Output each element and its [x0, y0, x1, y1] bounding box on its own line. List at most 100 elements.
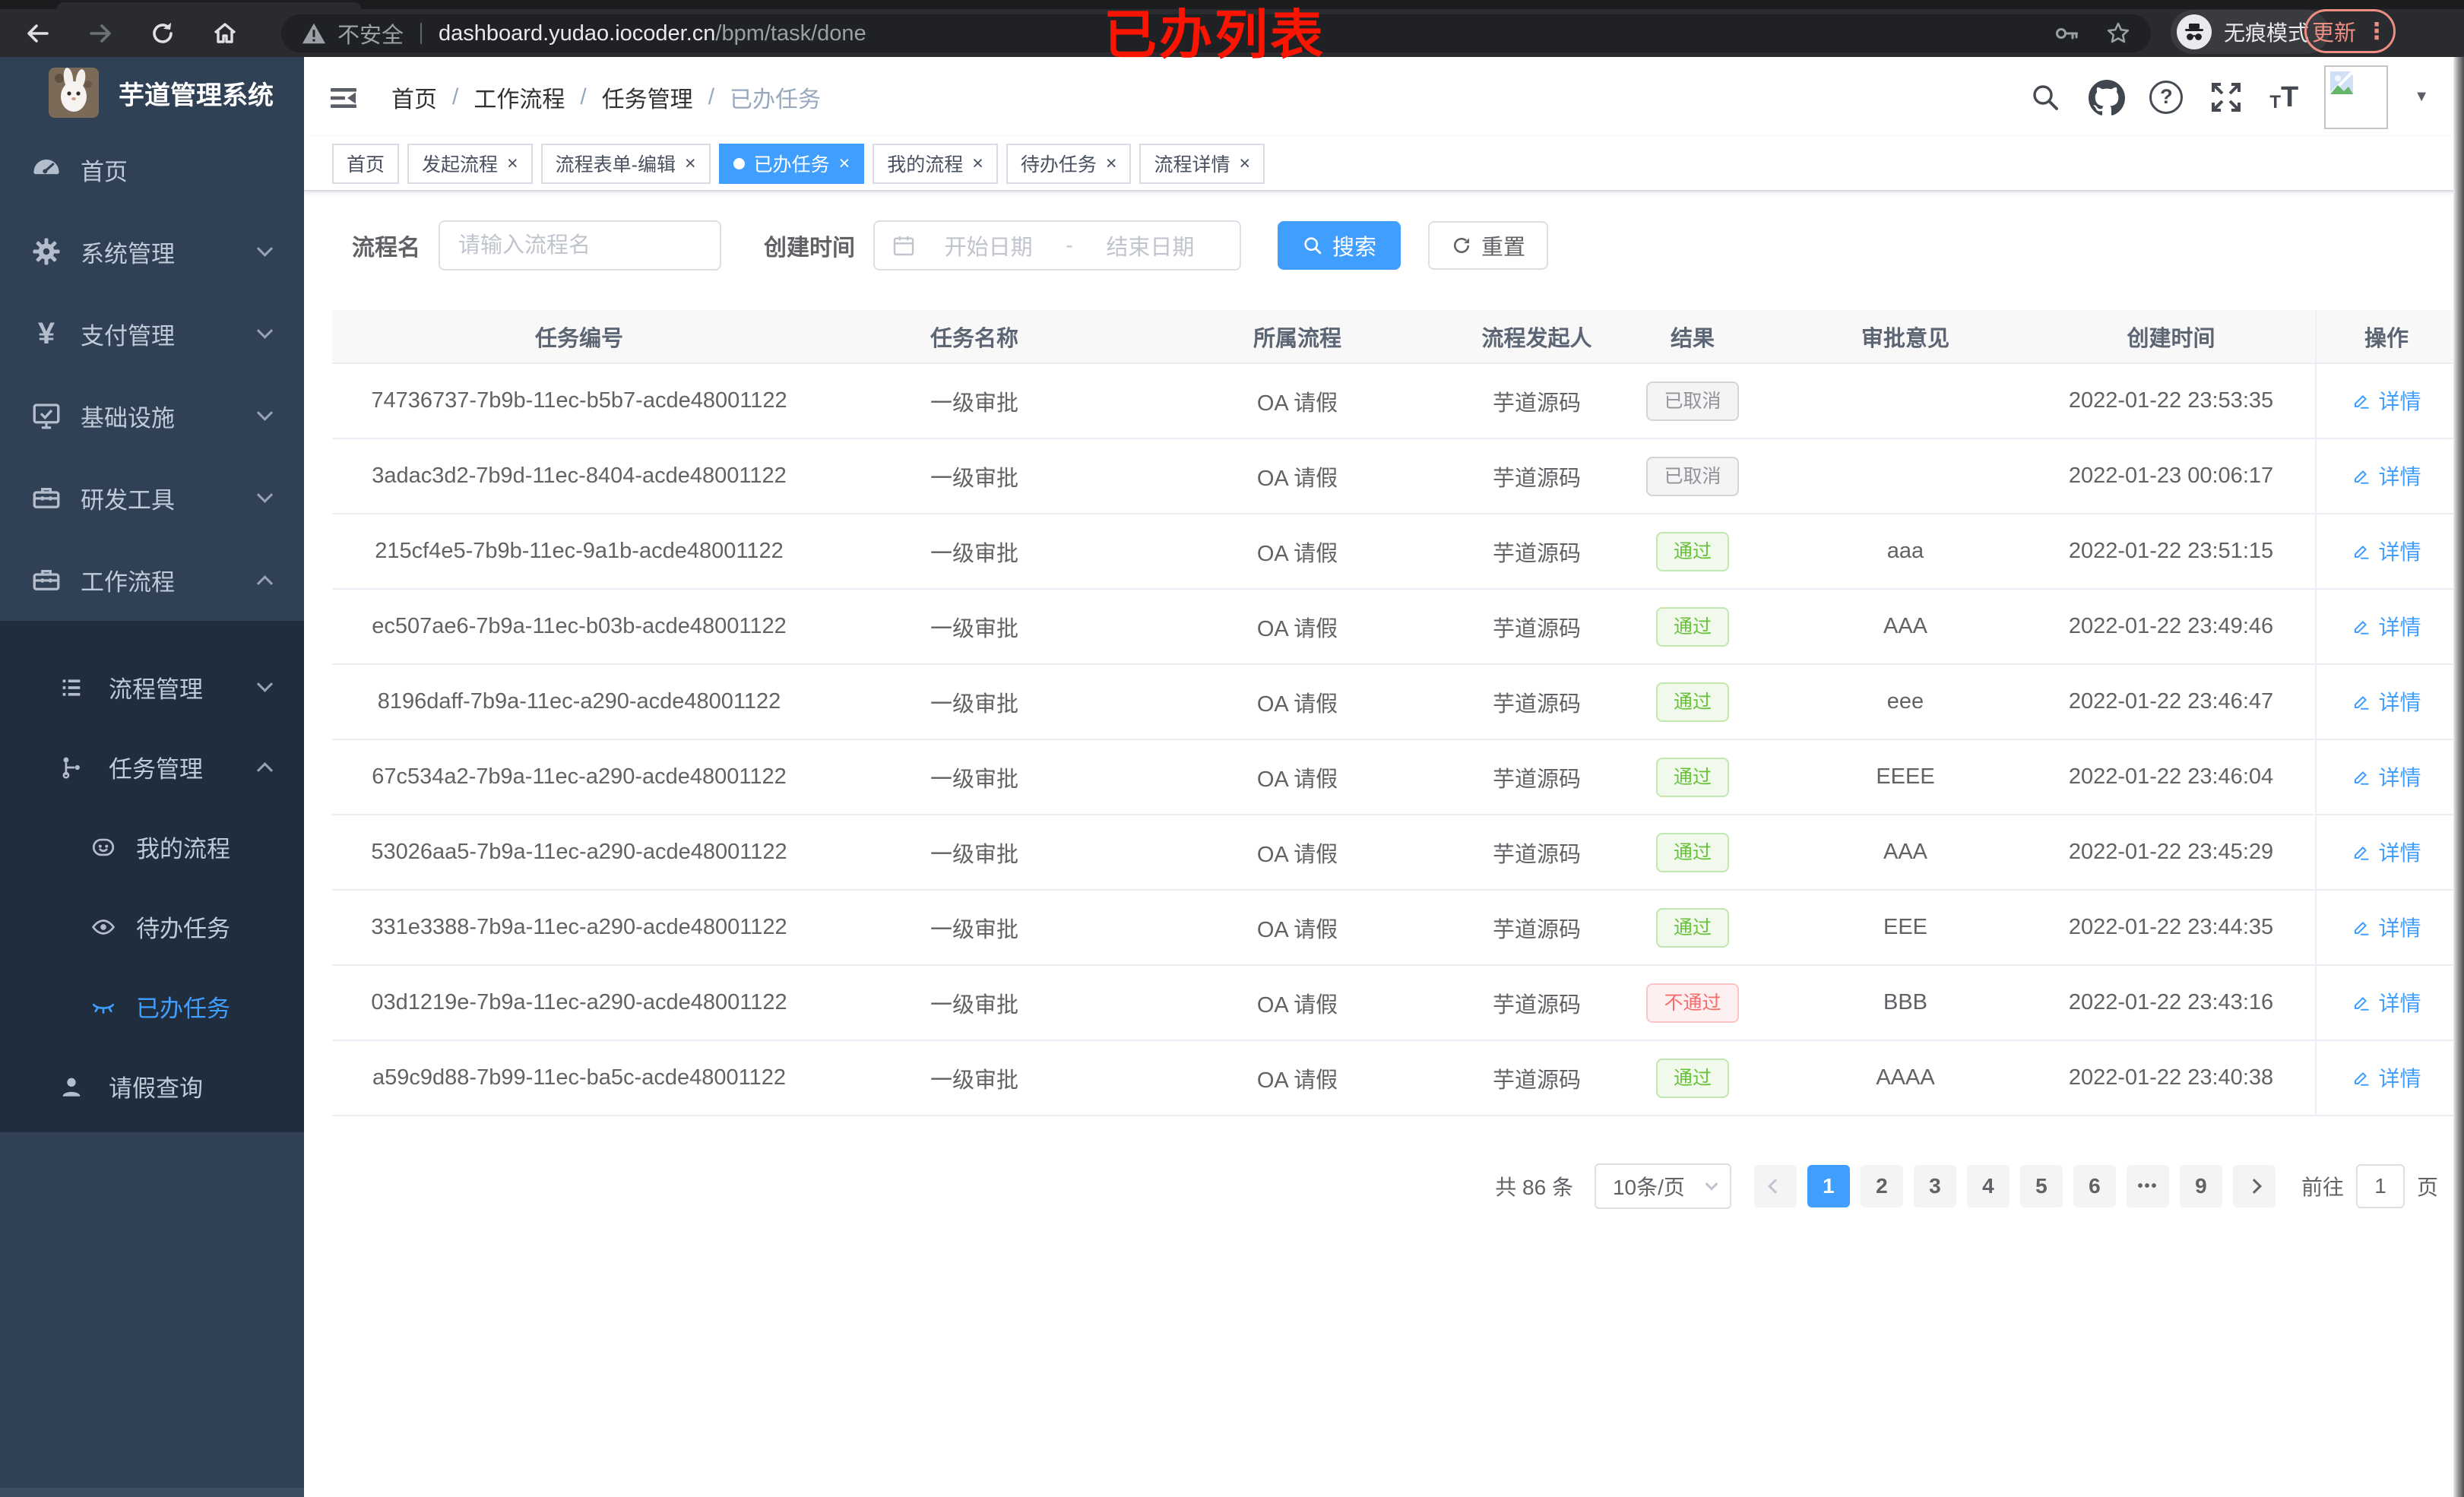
- browser-menu-icon[interactable]: ⋮: [2365, 18, 2388, 45]
- page-button[interactable]: 5: [2019, 1165, 2063, 1207]
- range-separator: -: [1066, 233, 1073, 258]
- task-id-cell: 3adac3d2-7b9d-11ec-8404-acde48001122: [332, 438, 826, 514]
- done-task-table: 任务编号 任务名称 所属流程 流程发起人 结果 审批意见 创建时间 操作 747…: [332, 310, 2456, 1116]
- col-result: 结果: [1601, 310, 1784, 364]
- page-size-select[interactable]: 10条/页: [1594, 1163, 1731, 1209]
- sidebar-item-todo-tasks[interactable]: 待办任务: [0, 887, 304, 967]
- tab-todo-tasks[interactable]: 待办任务 ×: [1006, 143, 1132, 184]
- tab-form-edit[interactable]: 流程表单-编辑 ×: [540, 143, 711, 184]
- breadcrumb-item[interactable]: 工作流程: [473, 81, 565, 114]
- help-icon[interactable]: ?: [2149, 80, 2184, 114]
- goto-page-input[interactable]: [2355, 1164, 2405, 1208]
- update-button[interactable]: 更新 ⋮: [2304, 9, 2396, 53]
- close-icon[interactable]: ×: [972, 153, 983, 173]
- page-button[interactable]: 6: [2073, 1165, 2116, 1207]
- gear-icon: [30, 236, 62, 267]
- incognito-icon: [2177, 14, 2212, 49]
- close-icon[interactable]: ×: [1239, 153, 1250, 173]
- prev-page-button[interactable]: [1753, 1165, 1797, 1207]
- more-pages-button[interactable]: •••: [2126, 1165, 2169, 1207]
- browser-home-icon[interactable]: [210, 18, 240, 49]
- main-area: 首页 / 工作流程 / 任务管理 / 已办任务 ? TT ▼ 首页 发起流程 ×…: [304, 57, 2464, 1497]
- reset-button[interactable]: 重置: [1428, 221, 1549, 270]
- sidebar-item-workflow[interactable]: 工作流程: [0, 539, 304, 621]
- eye-closed-icon: [90, 994, 116, 1020]
- window-edge-scrollbar[interactable]: [2453, 57, 2464, 1497]
- avatar[interactable]: [2324, 65, 2389, 129]
- tab-done-tasks[interactable]: 已办任务 ×: [718, 143, 865, 184]
- sidebar-item-system[interactable]: 系统管理: [0, 210, 304, 293]
- text-size-icon[interactable]: TT: [2269, 83, 2298, 112]
- yen-icon: ¥: [37, 316, 55, 350]
- sidebar-collapse-bar[interactable]: [0, 1488, 304, 1497]
- fullscreen-icon[interactable]: [2209, 80, 2244, 115]
- table-row: 331e3388-7b9a-11ec-a290-acde48001122 一级审…: [332, 890, 2456, 966]
- table-row: 03d1219e-7b9a-11ec-a290-acde48001122 一级审…: [332, 965, 2456, 1041]
- breadcrumb-item[interactable]: 首页: [391, 81, 437, 114]
- detail-link[interactable]: 详情: [2352, 536, 2421, 566]
- detail-link[interactable]: 详情: [2352, 837, 2421, 867]
- app-logo[interactable]: 芋道管理系统: [0, 57, 304, 128]
- detail-link[interactable]: 详情: [2352, 987, 2421, 1018]
- incognito-label: 无痕模式: [2224, 21, 2310, 45]
- browser-reload-icon[interactable]: [147, 18, 178, 49]
- sidebar-item-process-mgmt[interactable]: 流程管理: [0, 647, 304, 727]
- detail-link[interactable]: 详情: [2352, 460, 2421, 491]
- close-icon[interactable]: ×: [839, 153, 850, 173]
- page-button[interactable]: 4: [1966, 1165, 2010, 1207]
- search-button[interactable]: 搜索: [1278, 221, 1401, 270]
- hamburger-fold-icon[interactable]: [327, 81, 360, 115]
- sidebar-item-task-mgmt[interactable]: 任务管理: [0, 727, 304, 807]
- sidebar-item-label: 流程管理: [109, 676, 203, 703]
- calendar-icon: [892, 233, 916, 258]
- detail-link[interactable]: 详情: [2352, 385, 2421, 416]
- browser-back-icon[interactable]: [23, 18, 53, 49]
- status-badge: 通过: [1655, 757, 1729, 797]
- sidebar-item-my-process[interactable]: 我的流程: [0, 807, 304, 887]
- passwords-key-icon[interactable]: [2054, 21, 2079, 46]
- sidebar-item-label: 待办任务: [136, 916, 230, 942]
- sidebar-item-payment[interactable]: ¥ 支付管理: [0, 293, 304, 375]
- caret-down-icon[interactable]: ▼: [2414, 88, 2429, 106]
- filter-bar: 流程名 创建时间 开始日期 - 结束日期 搜索 重置: [304, 191, 2464, 271]
- tab-my-process[interactable]: 我的流程 ×: [873, 143, 998, 184]
- breadcrumb-item[interactable]: 任务管理: [602, 81, 693, 114]
- page-button[interactable]: 1: [1807, 1165, 1850, 1207]
- detail-link[interactable]: 详情: [2352, 761, 2421, 792]
- tab-start-process[interactable]: 发起流程 ×: [407, 143, 533, 184]
- chevron-down-icon: [256, 486, 274, 503]
- detail-link[interactable]: 详情: [2352, 611, 2421, 641]
- table-row: 8196daff-7b9a-11ec-a290-acde48001122 一级审…: [332, 664, 2456, 740]
- table-row: ec507ae6-7b9a-11ec-b03b-acde48001122 一级审…: [332, 589, 2456, 665]
- browser-forward-icon[interactable]: [85, 18, 116, 49]
- tab-home[interactable]: 首页: [332, 143, 400, 184]
- close-icon[interactable]: ×: [507, 153, 518, 173]
- page-button[interactable]: 3: [1913, 1165, 1956, 1207]
- task-id-cell: 215cf4e5-7b9b-11ec-9a1b-acde48001122: [332, 514, 826, 590]
- sidebar-item-devtools[interactable]: 研发工具: [0, 457, 304, 539]
- sidebar-item-done-tasks[interactable]: 已办任务: [0, 967, 304, 1046]
- search-icon[interactable]: [2028, 80, 2063, 115]
- sidebar-item-home[interactable]: 首页: [0, 128, 304, 210]
- col-actions: 操作: [2315, 310, 2456, 364]
- next-page-button[interactable]: [2232, 1165, 2276, 1207]
- page-button[interactable]: 9: [2179, 1165, 2222, 1207]
- detail-link[interactable]: 详情: [2352, 912, 2421, 942]
- sidebar-item-label: 基础设施: [81, 404, 175, 432]
- sidebar-item-infra[interactable]: 基础设施: [0, 375, 304, 457]
- github-icon[interactable]: [2089, 79, 2126, 116]
- page-button[interactable]: 2: [1860, 1165, 1903, 1207]
- detail-link[interactable]: 详情: [2352, 1062, 2421, 1093]
- total-count: 共 86 条: [1495, 1176, 1573, 1199]
- task-id-cell: a59c9d88-7b99-11ec-ba5c-acde48001122: [332, 1040, 826, 1116]
- close-icon[interactable]: ×: [1106, 153, 1117, 173]
- browser-active-tab[interactable]: [57, 2, 361, 9]
- bookmark-star-icon[interactable]: [2105, 21, 2131, 46]
- tab-process-detail[interactable]: 流程详情 ×: [1139, 143, 1265, 184]
- process-name-input[interactable]: [439, 220, 721, 271]
- close-icon[interactable]: ×: [685, 153, 696, 173]
- detail-link[interactable]: 详情: [2352, 686, 2421, 717]
- date-range-picker[interactable]: 开始日期 - 结束日期: [873, 220, 1241, 271]
- sidebar-item-leave-query[interactable]: 请假查询: [0, 1046, 304, 1126]
- col-starter: 流程发起人: [1472, 310, 1601, 364]
